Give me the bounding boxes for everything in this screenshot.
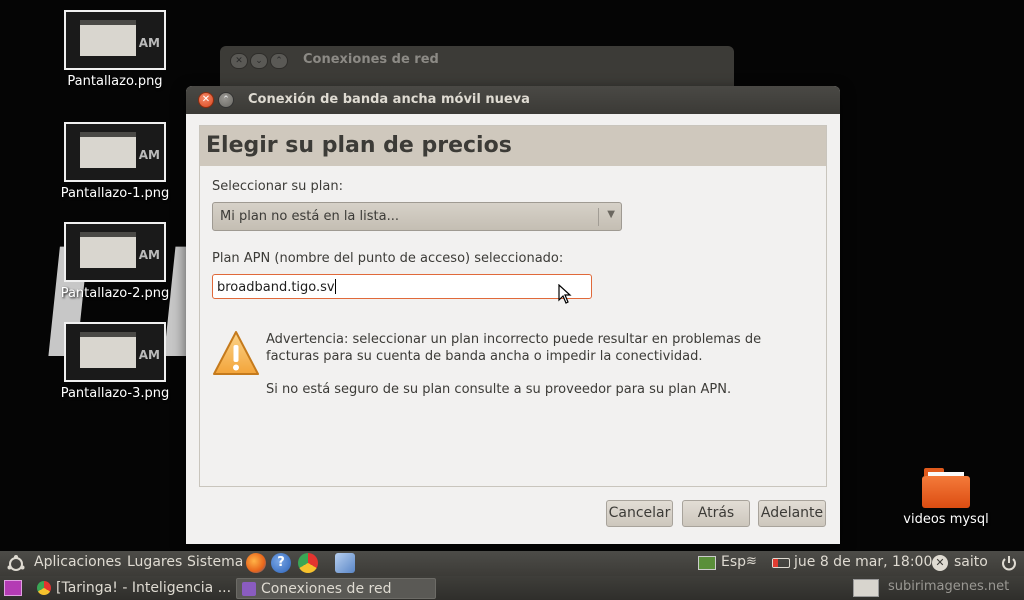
minimize-icon[interactable]: ⌄: [250, 53, 268, 69]
battery-icon[interactable]: [772, 558, 790, 568]
apn-input[interactable]: broadband.tigo.sv: [212, 274, 592, 299]
taskbar-item-taringa[interactable]: [Taringa! - Inteligencia ...: [32, 578, 232, 599]
plan-label: Seleccionar su plan:: [212, 179, 343, 194]
minimize-icon[interactable]: ⌃: [218, 92, 234, 108]
show-desktop-icon[interactable]: [4, 580, 22, 596]
folder-icon: [922, 468, 970, 508]
desktop-icon-label: Pantallazo-3.png: [60, 386, 170, 401]
text-caret: [334, 279, 336, 294]
virtualbox-icon[interactable]: [335, 553, 355, 573]
network-icon[interactable]: [698, 556, 716, 570]
desktop-icon-pantallazo-1[interactable]: AM Pantallazo-1.png: [50, 122, 180, 201]
desktop-icon-label: videos mysql: [903, 512, 989, 527]
warning-message: Advertencia: seleccionar un plan incorre…: [266, 332, 762, 364]
clock[interactable]: jue 8 de mar, 18:00: [794, 554, 932, 570]
menu-places[interactable]: Lugares: [127, 554, 182, 570]
maximize-icon[interactable]: ⌃: [270, 53, 288, 69]
dropdown-arrow-icon: ▼: [607, 209, 615, 220]
desktop-icon-label: Pantallazo.png: [67, 74, 163, 89]
apn-hint: Si no está seguro de su plan consulte a …: [266, 382, 732, 397]
workspace-switcher-icon[interactable]: [853, 579, 879, 597]
desktop-folder-videos-mysql[interactable]: videos mysql: [881, 468, 1011, 527]
plan-select-value: Mi plan no está en la lista...: [220, 209, 399, 224]
desktop-icon-pantallazo-2[interactable]: AM Pantallazo-2.png: [50, 222, 180, 301]
close-icon[interactable]: ✕: [230, 53, 248, 69]
forward-button[interactable]: Adelante: [758, 500, 826, 527]
image-thumbnail-icon: AM: [64, 122, 166, 182]
desktop-icon-label: Pantallazo-1.png: [60, 186, 170, 201]
wifi-icon[interactable]: ≋: [746, 554, 757, 569]
desktop-icon-pantallazo[interactable]: AM Pantallazo.png: [50, 10, 180, 89]
image-thumbnail-icon: AM: [64, 10, 166, 70]
page-title: Elegir su plan de precios: [206, 133, 512, 158]
mobile-broadband-dialog: ✕ ⌃ Conexión de banda ancha móvil nueva …: [186, 86, 840, 544]
watermark-text: subirimagenes.net: [888, 579, 1010, 594]
taskbar: [Taringa! - Inteligencia ... Conexiones …: [0, 576, 1024, 600]
warning-icon: [213, 331, 259, 375]
back-button[interactable]: Atrás: [682, 500, 750, 527]
plan-select[interactable]: Mi plan no está en la lista... ▼: [212, 202, 622, 231]
network-connections-icon: [242, 582, 256, 596]
taskbar-item-label: Conexiones de red: [261, 581, 392, 597]
image-thumbnail-icon: AM: [64, 222, 166, 282]
dialog-page: Elegir su plan de precios Seleccionar su…: [199, 125, 827, 487]
desktop-icon-label: Pantallazo-2.png: [60, 286, 170, 301]
firefox-icon[interactable]: [246, 553, 266, 573]
help-icon[interactable]: ?: [271, 553, 291, 573]
window-title: Conexiones de red: [303, 52, 439, 67]
gnome-panel: Aplicaciones Lugares Sistema ? Esp ≋ jue…: [0, 551, 1024, 576]
taskbar-item-conexiones[interactable]: Conexiones de red: [236, 578, 436, 599]
keyboard-layout[interactable]: Esp: [721, 554, 746, 570]
dialog-titlebar[interactable]: ✕ ⌃ Conexión de banda ancha móvil nueva: [186, 86, 840, 114]
user-name[interactable]: saito: [954, 554, 988, 570]
menu-system[interactable]: Sistema: [187, 554, 243, 570]
ubuntu-logo-icon[interactable]: [6, 554, 26, 574]
desktop-icon-pantallazo-3[interactable]: AM Pantallazo-3.png: [50, 322, 180, 401]
apn-input-value: broadband.tigo.sv: [217, 280, 335, 295]
apn-label: Plan APN (nombre del punto de acceso) se…: [212, 251, 564, 266]
chrome-icon: [37, 581, 51, 595]
cancel-button[interactable]: Cancelar: [606, 500, 673, 527]
chrome-icon[interactable]: [298, 553, 318, 573]
dialog-title: Conexión de banda ancha móvil nueva: [248, 92, 530, 107]
image-thumbnail-icon: AM: [64, 322, 166, 382]
menu-applications[interactable]: Aplicaciones: [34, 554, 121, 570]
close-icon[interactable]: ✕: [198, 92, 214, 108]
power-icon[interactable]: [1000, 554, 1018, 572]
page-header: Elegir su plan de precios: [200, 126, 826, 166]
taskbar-item-label: [Taringa! - Inteligencia ...: [56, 580, 232, 596]
mouse-cursor-icon: [558, 284, 572, 304]
user-status-icon: ✕: [932, 555, 948, 571]
